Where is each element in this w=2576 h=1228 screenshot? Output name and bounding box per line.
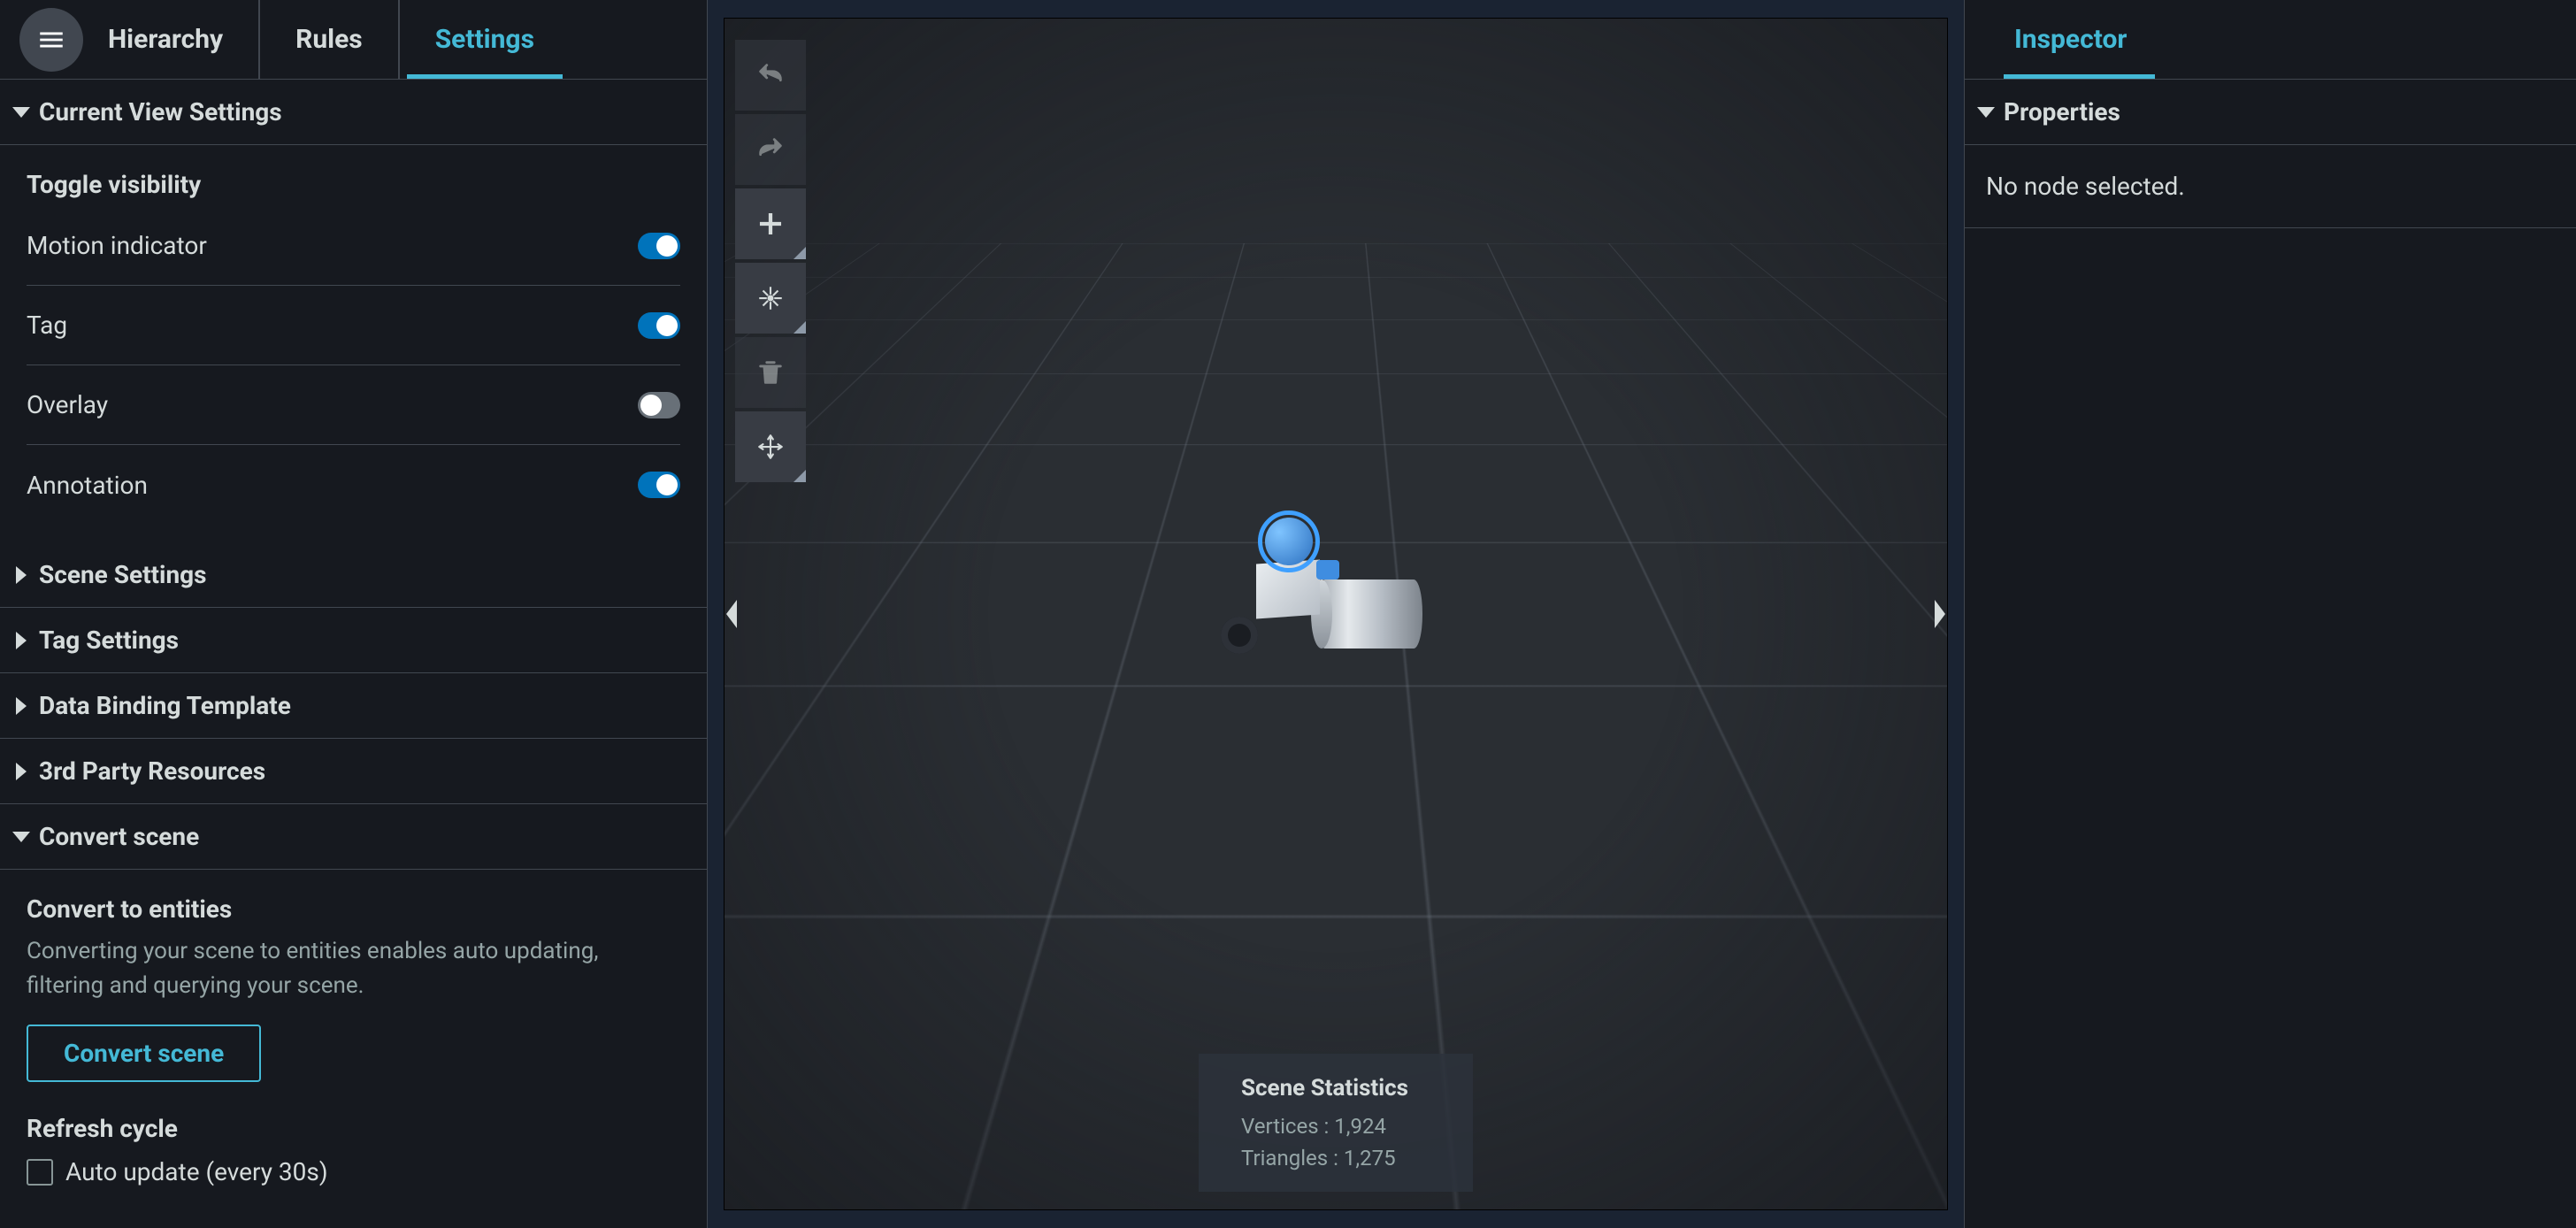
section-current-view[interactable]: Current View Settings	[0, 80, 707, 145]
toggle-label: Tag	[27, 311, 67, 340]
scene-statistics: Scene Statistics Vertices : 1,924 Triang…	[1199, 1054, 1473, 1192]
stats-vertices: Vertices : 1,924	[1241, 1114, 1430, 1139]
toggle-annotation: Annotation	[27, 445, 680, 525]
caret-right-icon	[12, 763, 30, 780]
refresh-heading: Refresh cycle	[27, 1114, 680, 1143]
chevron-left-icon	[724, 595, 740, 633]
section-title: 3rd Party Resources	[39, 756, 265, 786]
undo-button[interactable]	[735, 40, 806, 111]
section-title: Properties	[2004, 97, 2120, 127]
section-title: Tag Settings	[39, 626, 179, 655]
left-panel: Hierarchy Rules Settings Current View Se…	[0, 0, 708, 1228]
menu-button[interactable]	[19, 8, 83, 72]
caret-right-icon	[12, 697, 30, 715]
convert-scene-button[interactable]: Convert scene	[27, 1025, 261, 1082]
section-scene-settings[interactable]: Scene Settings	[0, 542, 707, 608]
delete-button[interactable]	[735, 337, 806, 408]
tab-inspector[interactable]: Inspector	[1997, 0, 2162, 79]
switch-overlay[interactable]	[638, 392, 680, 418]
toggle-overlay: Overlay	[27, 365, 680, 445]
auto-update-checkbox[interactable]	[27, 1159, 53, 1186]
settings-panel: Current View Settings Toggle visibility …	[0, 80, 707, 1228]
tab-rules[interactable]: Rules	[258, 0, 398, 79]
toggle-motion-indicator: Motion indicator	[27, 206, 680, 286]
convert-subheading: Convert to entities	[27, 894, 680, 924]
3d-viewport[interactable]: Scene Statistics Vertices : 1,924 Triang…	[724, 18, 1948, 1210]
undo-icon	[755, 60, 786, 90]
move-icon	[755, 432, 786, 462]
redo-button[interactable]	[735, 114, 806, 185]
toggle-label: Annotation	[27, 471, 148, 500]
viewport-toolbar	[735, 40, 806, 482]
caret-right-icon	[12, 632, 30, 649]
transform-button[interactable]	[735, 263, 806, 334]
tab-hierarchy[interactable]: Hierarchy	[90, 0, 258, 79]
chevron-right-icon	[1931, 595, 1948, 633]
tab-settings[interactable]: Settings	[398, 0, 570, 79]
right-panel: Inspector Properties No node selected.	[1964, 0, 2576, 1228]
convert-description: Converting your scene to entities enable…	[27, 934, 680, 1003]
section-title: Current View Settings	[39, 97, 282, 127]
inspector-empty-message: No node selected.	[1986, 172, 2185, 201]
convert-body: Convert to entities Converting your scen…	[0, 870, 707, 1228]
plus-icon	[755, 209, 786, 239]
section-convert-scene[interactable]: Convert scene	[0, 804, 707, 870]
scene-model[interactable]	[1221, 510, 1451, 687]
section-title: Scene Settings	[39, 560, 207, 589]
right-tab-bar: Inspector	[1965, 0, 2576, 80]
switch-tag[interactable]	[638, 312, 680, 339]
caret-down-icon	[1977, 104, 1995, 121]
section-title: Convert scene	[39, 822, 199, 851]
add-button[interactable]	[735, 188, 806, 259]
section-3rd-party[interactable]: 3rd Party Resources	[0, 739, 707, 804]
toggle-label: Motion indicator	[27, 231, 207, 260]
stats-triangles: Triangles : 1,275	[1241, 1146, 1430, 1170]
switch-motion-indicator[interactable]	[638, 233, 680, 259]
caret-down-icon	[12, 104, 30, 121]
move-button[interactable]	[735, 411, 806, 482]
trash-icon	[755, 357, 786, 388]
toggle-label: Overlay	[27, 390, 108, 419]
switch-annotation[interactable]	[638, 472, 680, 498]
left-tab-bar: Hierarchy Rules Settings	[0, 0, 707, 80]
caret-down-icon	[12, 828, 30, 846]
toggle-tag: Tag	[27, 286, 680, 365]
redo-icon	[755, 134, 786, 165]
stats-title: Scene Statistics	[1241, 1075, 1430, 1101]
collapse-left-panel[interactable]	[724, 592, 740, 636]
auto-update-label: Auto update (every 30s)	[65, 1157, 328, 1186]
hamburger-icon	[36, 25, 66, 55]
gizmo-icon	[755, 283, 786, 313]
collapse-right-panel[interactable]	[1931, 592, 1948, 636]
section-data-binding[interactable]: Data Binding Template	[0, 673, 707, 739]
toggle-visibility-heading: Toggle visibility	[27, 170, 680, 199]
section-properties[interactable]: Properties	[1965, 80, 2576, 145]
caret-right-icon	[12, 566, 30, 584]
section-tag-settings[interactable]: Tag Settings	[0, 608, 707, 673]
current-view-body: Toggle visibility Motion indicator Tag O…	[0, 145, 707, 525]
section-title: Data Binding Template	[39, 691, 291, 720]
